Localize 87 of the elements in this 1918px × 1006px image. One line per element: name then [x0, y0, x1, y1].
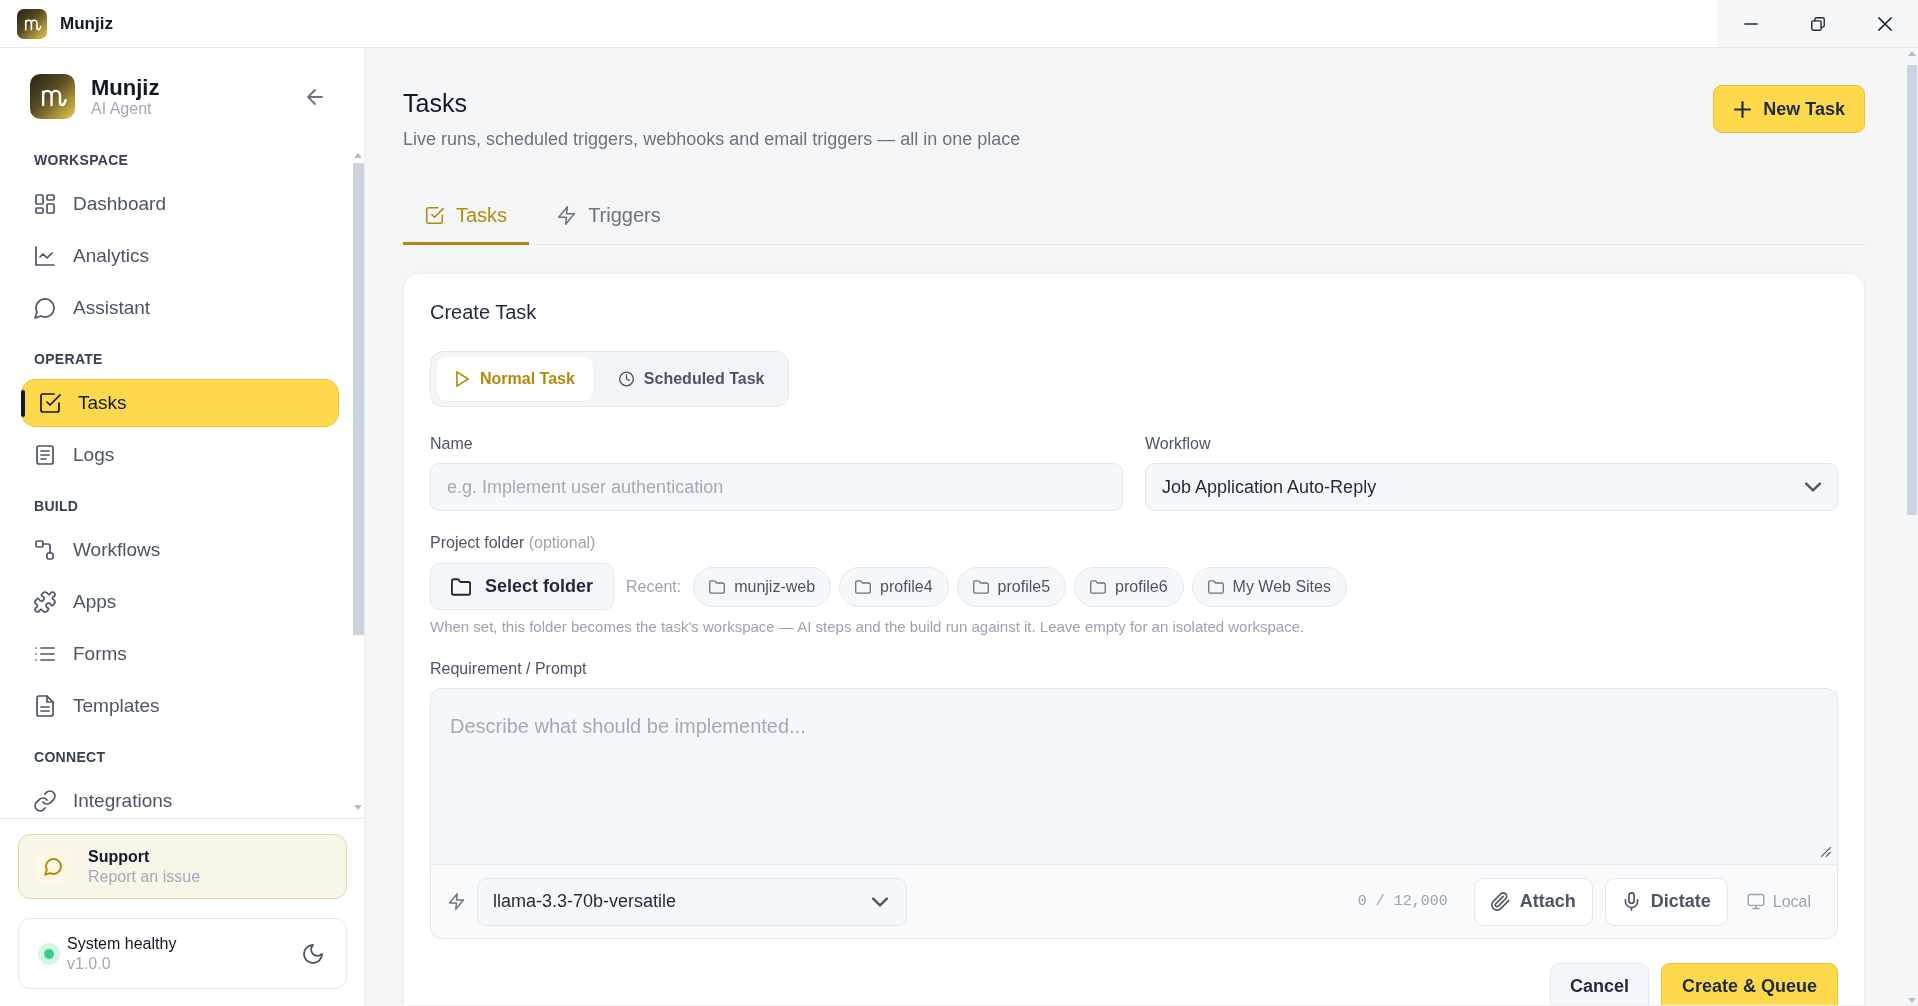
- flowchart-icon: [34, 539, 56, 561]
- clock-icon: [618, 371, 634, 387]
- optional-hint: (optional): [528, 534, 596, 551]
- app-logo-icon: [17, 8, 47, 39]
- scroll-down-arrow-icon[interactable]: [1908, 998, 1916, 1003]
- tab[interactable]: Triggers: [535, 188, 683, 245]
- document-lines-icon: [34, 444, 56, 466]
- folder-icon: [709, 579, 726, 594]
- recent-folder-chip[interactable]: profile6: [1074, 566, 1184, 607]
- scrollbar-thumb[interactable]: [1907, 65, 1917, 515]
- lightning-icon: [448, 893, 465, 910]
- sidebar-item[interactable]: Dashboard: [21, 180, 339, 228]
- brand-tagline: AI Agent: [91, 99, 152, 118]
- sidebar-item[interactable]: Workflows: [21, 526, 339, 574]
- sidebar-item[interactable]: Assistant: [21, 284, 339, 332]
- scroll-up-arrow-icon[interactable]: [1908, 51, 1916, 56]
- field-label: Name: [430, 435, 474, 453]
- restore-icon: [1810, 16, 1825, 31]
- task-type-option[interactable]: Scheduled Task: [600, 357, 783, 401]
- sidebar-item[interactable]: Apps: [21, 578, 339, 626]
- file-icon: [34, 695, 56, 717]
- recent-label: Recent:: [626, 577, 682, 596]
- field-label: Project folder: [430, 534, 525, 551]
- helper-text: When set, this folder becomes the task's workspace — AI steps and the build run against it. Leave empty for an isolated workspace.: [430, 618, 1306, 636]
- version-label: v1.0.0: [67, 953, 112, 974]
- chat-bubble-icon: [34, 297, 56, 319]
- puzzle-icon: [34, 591, 56, 613]
- recent-folder-chip[interactable]: munjiz-web: [693, 566, 832, 607]
- sidebar-item[interactable]: Tasks: [21, 379, 339, 427]
- field-label: Requirement / Prompt: [430, 660, 588, 678]
- moon-icon[interactable]: [303, 943, 323, 964]
- scroll-down-arrow-icon[interactable]: [354, 805, 362, 810]
- section-heading: CONNECT: [33, 748, 107, 767]
- sidebar-item[interactable]: Integrations: [21, 777, 339, 818]
- lightning-icon: [557, 205, 577, 225]
- arrow-left-icon[interactable]: [307, 88, 323, 105]
- recent-folder-chip[interactable]: My Web Sites: [1191, 566, 1347, 607]
- support-card[interactable]: Support Report an issue: [18, 834, 347, 899]
- support-subtitle: Report an issue: [88, 866, 201, 887]
- section-heading: WORKSPACE: [33, 151, 130, 170]
- section-heading: OPERATE: [33, 350, 104, 369]
- folder-icon: [1207, 579, 1224, 594]
- page-subtitle: Live runs, scheduled triggers, webhooks and email triggers — all in one place: [403, 128, 1021, 150]
- workflow-select[interactable]: Job Application Auto-Reply: [1145, 463, 1838, 511]
- paperclip-icon: [1490, 892, 1510, 911]
- play-icon: [455, 371, 470, 387]
- link-icon: [34, 790, 56, 812]
- sidebar-item[interactable]: Templates: [21, 682, 339, 730]
- model-select[interactable]: llama-3.3-70b-versatile: [477, 877, 907, 926]
- monitor-icon: [1746, 893, 1765, 910]
- sidebar-item[interactable]: Forms: [21, 630, 339, 678]
- card-title: Create Task: [430, 300, 538, 325]
- scroll-up-arrow-icon[interactable]: [354, 153, 362, 158]
- new-task-button[interactable]: New Task: [1713, 85, 1865, 133]
- toolbar-button[interactable]: Dictate: [1604, 877, 1728, 926]
- close-icon: [1877, 16, 1892, 31]
- select-folder-button[interactable]: Select folder: [430, 563, 615, 610]
- sidebar-item[interactable]: Logs: [21, 431, 339, 479]
- line-chart-icon: [34, 245, 56, 267]
- folder-icon: [972, 579, 989, 594]
- page-title: Tasks: [403, 88, 468, 119]
- grid-icon: [34, 193, 56, 215]
- folder-icon: [855, 579, 872, 594]
- brand-name: Munjiz: [91, 75, 160, 100]
- character-counter: 0 / 12,000: [1357, 893, 1448, 910]
- cancel-button[interactable]: Cancel: [1549, 963, 1649, 1005]
- section-heading: BUILD: [33, 497, 80, 516]
- scrollbar-thumb[interactable]: [352, 163, 364, 635]
- create-queue-button[interactable]: Create & Queue: [1660, 963, 1838, 1005]
- brand-logo-icon: [30, 74, 75, 119]
- checkbox-icon: [39, 392, 61, 414]
- sidebar-item[interactable]: Analytics: [21, 232, 339, 280]
- recent-folder-chip[interactable]: profile5: [956, 566, 1067, 607]
- window-title: Munjiz: [60, 13, 113, 34]
- support-title: Support: [88, 846, 151, 867]
- checkbox-icon: [425, 205, 444, 225]
- minimize-icon: [1743, 22, 1758, 25]
- recent-folder-chip[interactable]: profile4: [839, 566, 949, 607]
- task-name-input[interactable]: e.g. Implement user authentication: [430, 463, 1123, 511]
- toolbar-button[interactable]: Attach: [1473, 877, 1593, 926]
- field-label: Workflow: [1145, 435, 1212, 453]
- resize-handle-icon[interactable]: [1821, 847, 1831, 857]
- plus-icon: [1734, 100, 1752, 118]
- folder-icon: [451, 577, 471, 596]
- prompt-textarea[interactable]: Describe what should be implemented...: [430, 688, 1838, 864]
- folder-icon: [1090, 579, 1107, 594]
- status-label: System healthy: [67, 933, 177, 954]
